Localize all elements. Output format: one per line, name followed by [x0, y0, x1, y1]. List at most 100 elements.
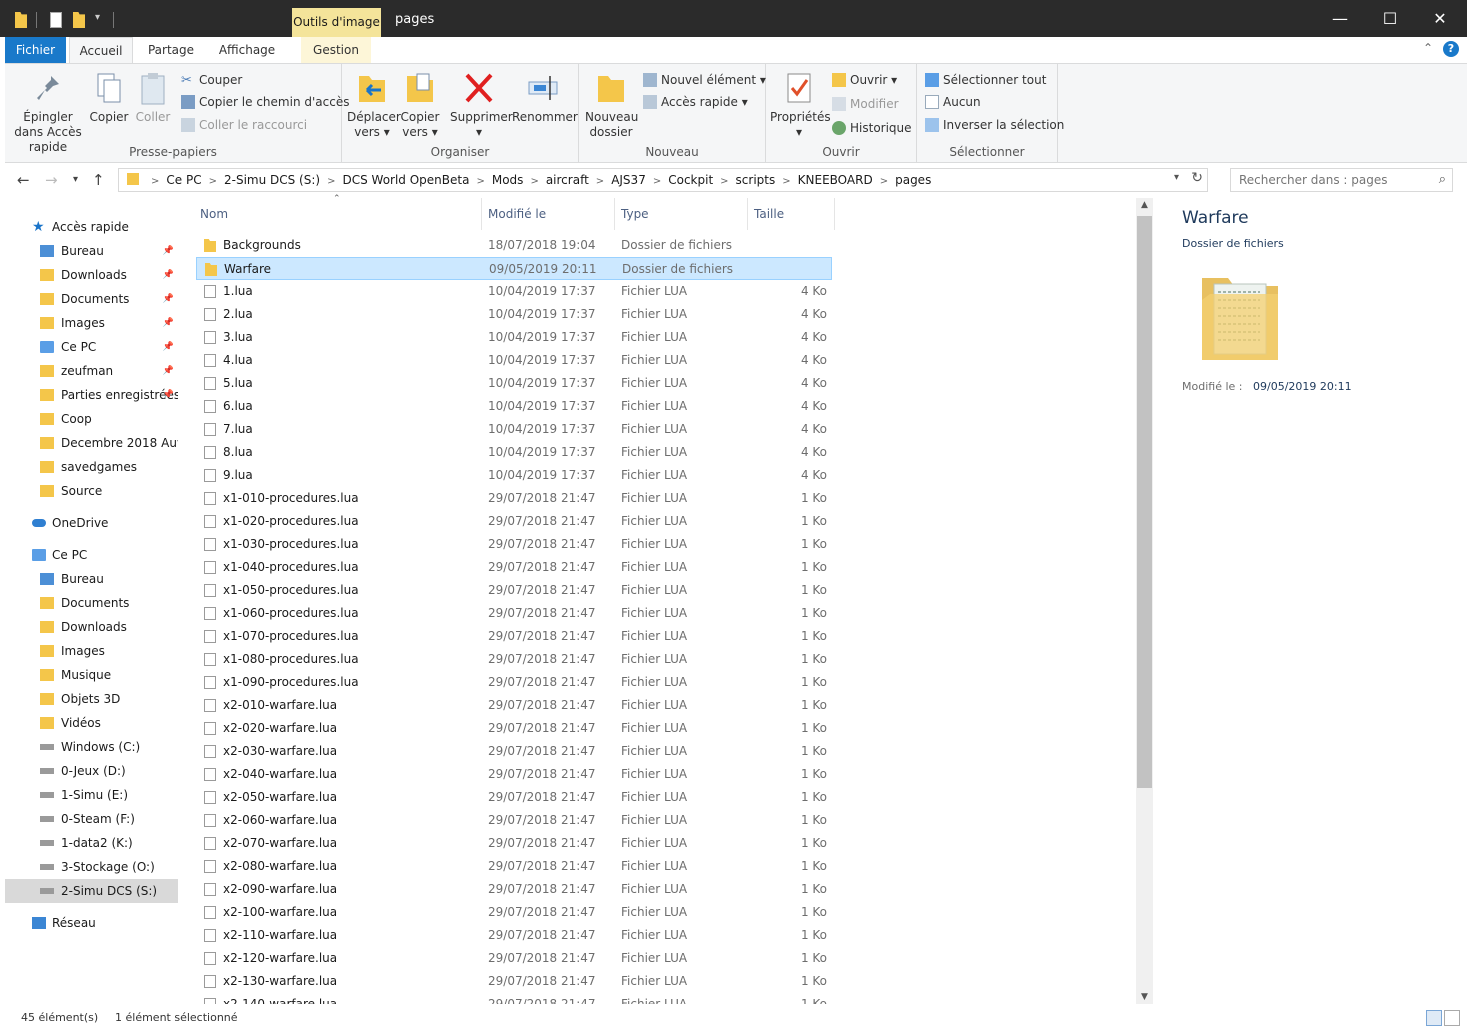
sidebar-item[interactable]: Bureau 📌 [5, 239, 178, 263]
table-row[interactable]: x2-030-warfare.lua 29/07/2018 21:47 Fichie… [196, 740, 832, 763]
chevron-right-icon[interactable]: > [649, 171, 665, 193]
table-row[interactable]: 9.lua 10/04/2019 17:37 Fichier LUA 4 Ko [196, 464, 832, 487]
copy-path-button[interactable]: Copier le chemin d'accès [181, 92, 349, 112]
table-row[interactable]: x2-130-warfare.lua 29/07/2018 21:47 Fichie… [196, 970, 832, 993]
customize-toolbar-icon[interactable]: ▾ [95, 12, 100, 23]
sidebar-item[interactable]: Decembre 2018 Auv [5, 431, 178, 455]
tab-home[interactable]: Accueil [69, 37, 133, 63]
help-icon[interactable]: ? [1443, 41, 1459, 57]
pin-button[interactable]: Épingler dans Accès rapide [11, 70, 85, 155]
table-row[interactable]: x1-020-procedures.lua 29/07/2018 21:47 Fic… [196, 510, 832, 533]
breadcrumb-item[interactable]: 2-Simu DCS (S:) [221, 169, 323, 191]
select-all-button[interactable]: Sélectionner tout [925, 70, 1046, 90]
table-row[interactable]: x1-090-procedures.lua 29/07/2018 21:47 Fic… [196, 671, 832, 694]
sidebar-item[interactable]: Windows (C:) [5, 735, 178, 759]
table-row[interactable]: x1-040-procedures.lua 29/07/2018 21:47 Fic… [196, 556, 832, 579]
scroll-down-icon[interactable]: ▼ [1136, 992, 1153, 1002]
table-row[interactable]: x2-040-warfare.lua 29/07/2018 21:47 Fichie… [196, 763, 832, 786]
table-row[interactable]: x1-080-procedures.lua 29/07/2018 21:47 Fic… [196, 648, 832, 671]
edit-button[interactable]: Modifier [832, 94, 899, 114]
sidebar-item[interactable]: Documents [5, 591, 178, 615]
up-icon[interactable]: ↑ [92, 171, 105, 189]
table-row[interactable]: x2-140-warfare.lua 29/07/2018 21:47 Fichie… [196, 993, 832, 1004]
table-row[interactable]: 1.lua 10/04/2019 17:37 Fichier LUA 4 Ko [196, 280, 832, 303]
sidebar-item[interactable]: Documents 📌 [5, 287, 178, 311]
forward-icon[interactable]: → [45, 171, 58, 189]
sidebar-item[interactable]: 0-Jeux (D:) [5, 759, 178, 783]
breadcrumb-item[interactable]: Ce PC [163, 169, 204, 191]
pin-icon[interactable]: 📌 [163, 359, 174, 383]
sidebar-item[interactable]: Source [5, 479, 178, 503]
sidebar-item-onedrive[interactable]: OneDrive [5, 511, 178, 535]
breadcrumb-item[interactable]: AJS37 [608, 169, 649, 191]
column-type[interactable]: Type [621, 198, 649, 230]
vertical-scrollbar[interactable]: ▲ ▼ [1136, 198, 1153, 1004]
table-row[interactable]: x1-010-procedures.lua 29/07/2018 21:47 Fic… [196, 487, 832, 510]
column-divider[interactable] [614, 198, 615, 230]
recent-locations-icon[interactable]: ▾ [73, 174, 78, 185]
address-dropdown-icon[interactable]: ▾ [1174, 172, 1179, 183]
search-icon[interactable]: ⌕ [1439, 172, 1446, 187]
table-row[interactable]: 4.lua 10/04/2019 17:37 Fichier LUA 4 Ko [196, 349, 832, 372]
breadcrumb-item[interactable]: pages [892, 169, 934, 191]
sidebar-item[interactable]: Vidéos [5, 711, 178, 735]
breadcrumb-item[interactable]: scripts [733, 169, 779, 191]
pin-icon[interactable]: 📌 [163, 263, 174, 287]
pin-icon[interactable]: 📌 [163, 335, 174, 359]
table-row[interactable]: 2.lua 10/04/2019 17:37 Fichier LUA 4 Ko [196, 303, 832, 326]
chevron-right-icon[interactable]: > [716, 171, 732, 193]
table-row[interactable]: x2-090-warfare.lua 29/07/2018 21:47 Fichie… [196, 878, 832, 901]
refresh-icon[interactable]: ↻ [1191, 170, 1203, 186]
column-divider[interactable] [481, 198, 482, 230]
table-row[interactable]: 3.lua 10/04/2019 17:37 Fichier LUA 4 Ko [196, 326, 832, 349]
sidebar-item[interactable]: Bureau [5, 567, 178, 591]
new-folder-button[interactable]: Nouveau dossier [585, 70, 638, 140]
minimize-button[interactable]: — [1315, 0, 1365, 37]
invert-selection-button[interactable]: Inverser la sélection [925, 115, 1064, 135]
back-icon[interactable]: ← [17, 171, 30, 189]
address-bar[interactable]: > Ce PC >2-Simu DCS (S:) > DCS World OpenBet… [118, 168, 1208, 192]
copy-button[interactable]: Copier [89, 70, 129, 125]
pin-icon[interactable]: 📌 [163, 287, 174, 311]
close-button[interactable]: ✕ [1415, 0, 1465, 37]
sidebar-item[interactable]: Ce PC 📌 [5, 335, 178, 359]
details-view-icon[interactable] [1426, 1010, 1442, 1026]
table-row[interactable]: x1-060-procedures.lua 29/07/2018 21:47 Fic… [196, 602, 832, 625]
sidebar-item[interactable]: Objets 3D [5, 687, 178, 711]
move-to-button[interactable]: Déplacer vers ▾ [347, 70, 401, 140]
paste-button[interactable]: Coller [133, 70, 173, 125]
table-row[interactable]: 6.lua 10/04/2019 17:37 Fichier LUA 4 Ko [196, 395, 832, 418]
breadcrumb-item[interactable]: Cockpit [665, 169, 716, 191]
chevron-right-icon[interactable]: > [205, 171, 221, 193]
table-row[interactable]: x2-060-warfare.lua 29/07/2018 21:47 Fichie… [196, 809, 832, 832]
table-row[interactable]: x1-050-procedures.lua 29/07/2018 21:47 Fic… [196, 579, 832, 602]
sidebar-item-network[interactable]: Réseau [5, 911, 178, 935]
table-row[interactable]: x2-070-warfare.lua 29/07/2018 21:47 Fichie… [196, 832, 832, 855]
new-folder-icon[interactable] [73, 12, 85, 28]
breadcrumb-item[interactable]: KNEEBOARD [795, 169, 876, 191]
pin-icon[interactable]: 📌 [163, 311, 174, 335]
sidebar-item[interactable]: 1-Simu (E:) [5, 783, 178, 807]
sidebar-item[interactable]: 0-Steam (F:) [5, 807, 178, 831]
table-row[interactable]: Warfare 09/05/2019 20:11 Dossier de fichie… [196, 257, 832, 280]
scroll-up-icon[interactable]: ▲ [1136, 200, 1153, 210]
copy-to-button[interactable]: Copier vers ▾ [400, 70, 440, 140]
breadcrumb-item[interactable]: DCS World OpenBeta [339, 169, 472, 191]
rename-button[interactable]: Renommer [512, 70, 578, 125]
tab-manage[interactable]: Gestion [301, 37, 371, 63]
column-size[interactable]: Taille [754, 198, 784, 230]
new-item-button[interactable]: Nouvel élément ▾ [643, 70, 766, 90]
search-input[interactable] [1239, 171, 1419, 189]
sidebar-item[interactable]: 1-data2 (K:) [5, 831, 178, 855]
chevron-right-icon[interactable]: > [778, 171, 794, 193]
table-row[interactable]: x2-010-warfare.lua 29/07/2018 21:47 Fichie… [196, 694, 832, 717]
pin-icon[interactable]: 📌 [163, 239, 174, 263]
table-row[interactable]: x2-020-warfare.lua 29/07/2018 21:47 Fichie… [196, 717, 832, 740]
history-button[interactable]: Historique [832, 118, 912, 138]
breadcrumb-item[interactable]: Mods [489, 169, 527, 191]
column-divider[interactable] [747, 198, 748, 230]
tab-share[interactable]: Partage [141, 37, 201, 63]
table-row[interactable]: 8.lua 10/04/2019 17:37 Fichier LUA 4 Ko [196, 441, 832, 464]
chevron-right-icon[interactable]: > [526, 171, 542, 193]
sidebar-item[interactable]: Coop [5, 407, 178, 431]
